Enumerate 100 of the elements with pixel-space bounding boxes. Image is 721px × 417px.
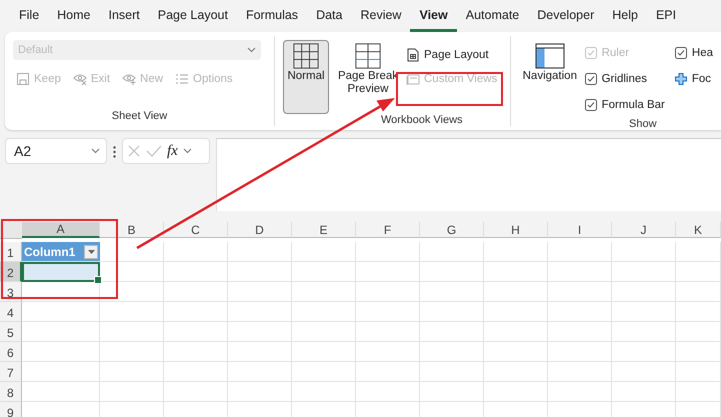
grid-cell[interactable] [164, 282, 228, 302]
grid-cell[interactable] [484, 302, 548, 322]
row-header[interactable]: 2 [0, 262, 22, 282]
grid-cell[interactable] [420, 322, 484, 342]
menu-tab[interactable]: Page Layout [148, 0, 237, 32]
grid-cell[interactable] [228, 342, 292, 362]
grid-cell[interactable] [548, 322, 612, 342]
view-button[interactable]: Normal [283, 40, 329, 114]
grid-cell[interactable] [228, 242, 292, 262]
grid-cell[interactable] [292, 322, 356, 342]
menu-tab[interactable]: Formulas [236, 0, 308, 32]
menu-tab[interactable]: Data [307, 0, 352, 32]
grid-cell[interactable] [100, 282, 164, 302]
formula-buttons[interactable]: fx [122, 138, 210, 164]
grid-cell[interactable] [548, 282, 612, 302]
column-header[interactable]: E [292, 222, 356, 238]
grid-cell[interactable] [420, 382, 484, 402]
grid-cell[interactable] [484, 342, 548, 362]
grid-cell[interactable] [420, 282, 484, 302]
grid-cell[interactable] [292, 262, 356, 282]
grid-cell[interactable] [100, 242, 164, 262]
grid-cell[interactable] [612, 282, 676, 302]
grid-cell[interactable] [548, 362, 612, 382]
navigation-button[interactable]: Navigation [519, 40, 581, 114]
view-button[interactable]: Page Layout [403, 46, 500, 64]
grid-cell[interactable] [484, 242, 548, 262]
grid-cell[interactable] [420, 362, 484, 382]
grid-cell[interactable] [676, 362, 721, 382]
grid-cell[interactable] [548, 302, 612, 322]
column-header[interactable]: G [420, 222, 484, 238]
grid-cell[interactable] [164, 242, 228, 262]
grid-cell[interactable] [356, 262, 420, 282]
grid-cell[interactable] [612, 242, 676, 262]
row-header[interactable]: 4 [0, 302, 22, 322]
menu-tab[interactable]: Insert [100, 0, 149, 32]
grid-cell[interactable] [100, 262, 164, 282]
grid-cell[interactable] [612, 362, 676, 382]
grid-cell[interactable] [22, 342, 100, 362]
grid-cell[interactable] [164, 362, 228, 382]
grid-cell[interactable] [100, 322, 164, 342]
grid-cell[interactable] [356, 282, 420, 302]
grid-cell[interactable] [356, 242, 420, 262]
grid-cell[interactable] [676, 342, 721, 362]
grid-cell[interactable] [612, 382, 676, 402]
grid-cell[interactable] [356, 302, 420, 322]
focus-button[interactable]: Foc [674, 66, 713, 92]
grid-cell[interactable] [22, 302, 100, 322]
grid-cell[interactable] [484, 362, 548, 382]
column-header[interactable]: B [100, 222, 164, 238]
grid-cell[interactable] [100, 302, 164, 322]
grid-cell[interactable] [676, 382, 721, 402]
grid-cell[interactable] [228, 302, 292, 322]
menu-tab[interactable]: File [10, 0, 48, 32]
grid-cell[interactable] [612, 342, 676, 362]
filter-dropdown-button[interactable] [84, 244, 98, 258]
menu-tab[interactable]: Help [603, 0, 647, 32]
grid-cell[interactable] [292, 362, 356, 382]
grid-cell[interactable] [228, 322, 292, 342]
show-checkbox[interactable]: Formula Bar [584, 92, 665, 118]
grid-cell[interactable] [164, 302, 228, 322]
column-header[interactable]: C [164, 222, 228, 238]
row-header[interactable]: 6 [0, 342, 22, 362]
grid-cell[interactable] [676, 282, 721, 302]
grid-cell[interactable] [676, 322, 721, 342]
grid-cell[interactable] [356, 342, 420, 362]
grid-cell[interactable] [22, 322, 100, 342]
more-icon[interactable] [113, 146, 116, 158]
grid-cell[interactable] [484, 262, 548, 282]
grid-cell[interactable] [356, 362, 420, 382]
grid-cell[interactable] [420, 262, 484, 282]
grid-cell[interactable] [612, 302, 676, 322]
grid-cell[interactable] [292, 382, 356, 402]
column-header[interactable]: K [676, 222, 721, 238]
view-button[interactable]: Page Break Preview [333, 40, 403, 114]
column-header[interactable]: D [228, 222, 292, 238]
grid-cell[interactable] [22, 382, 100, 402]
fill-handle[interactable] [94, 276, 102, 284]
grid-cell[interactable] [292, 242, 356, 262]
grid-cell[interactable] [420, 342, 484, 362]
grid-cell[interactable] [356, 322, 420, 342]
grid-cell[interactable] [100, 382, 164, 402]
grid-cell[interactable] [548, 262, 612, 282]
grid-cell[interactable] [228, 362, 292, 382]
show-checkbox[interactable]: Hea [674, 40, 713, 66]
grid-cell[interactable] [420, 302, 484, 322]
menu-tab[interactable]: Review [351, 0, 410, 32]
grid-cell[interactable] [484, 382, 548, 402]
grid-cell[interactable] [164, 382, 228, 402]
grid-cell[interactable] [228, 282, 292, 302]
grid-cell[interactable] [22, 282, 100, 302]
grid-cell[interactable] [676, 302, 721, 322]
grid-cell[interactable] [676, 242, 721, 262]
selected-cell[interactable] [22, 262, 100, 282]
grid-cell[interactable] [164, 342, 228, 362]
column-header[interactable]: H [484, 222, 548, 238]
grid-cell[interactable] [100, 342, 164, 362]
column-header[interactable]: J [612, 222, 676, 238]
show-checkbox[interactable]: Gridlines [584, 66, 665, 92]
grid-cell[interactable] [292, 342, 356, 362]
select-all-corner[interactable] [0, 222, 22, 239]
